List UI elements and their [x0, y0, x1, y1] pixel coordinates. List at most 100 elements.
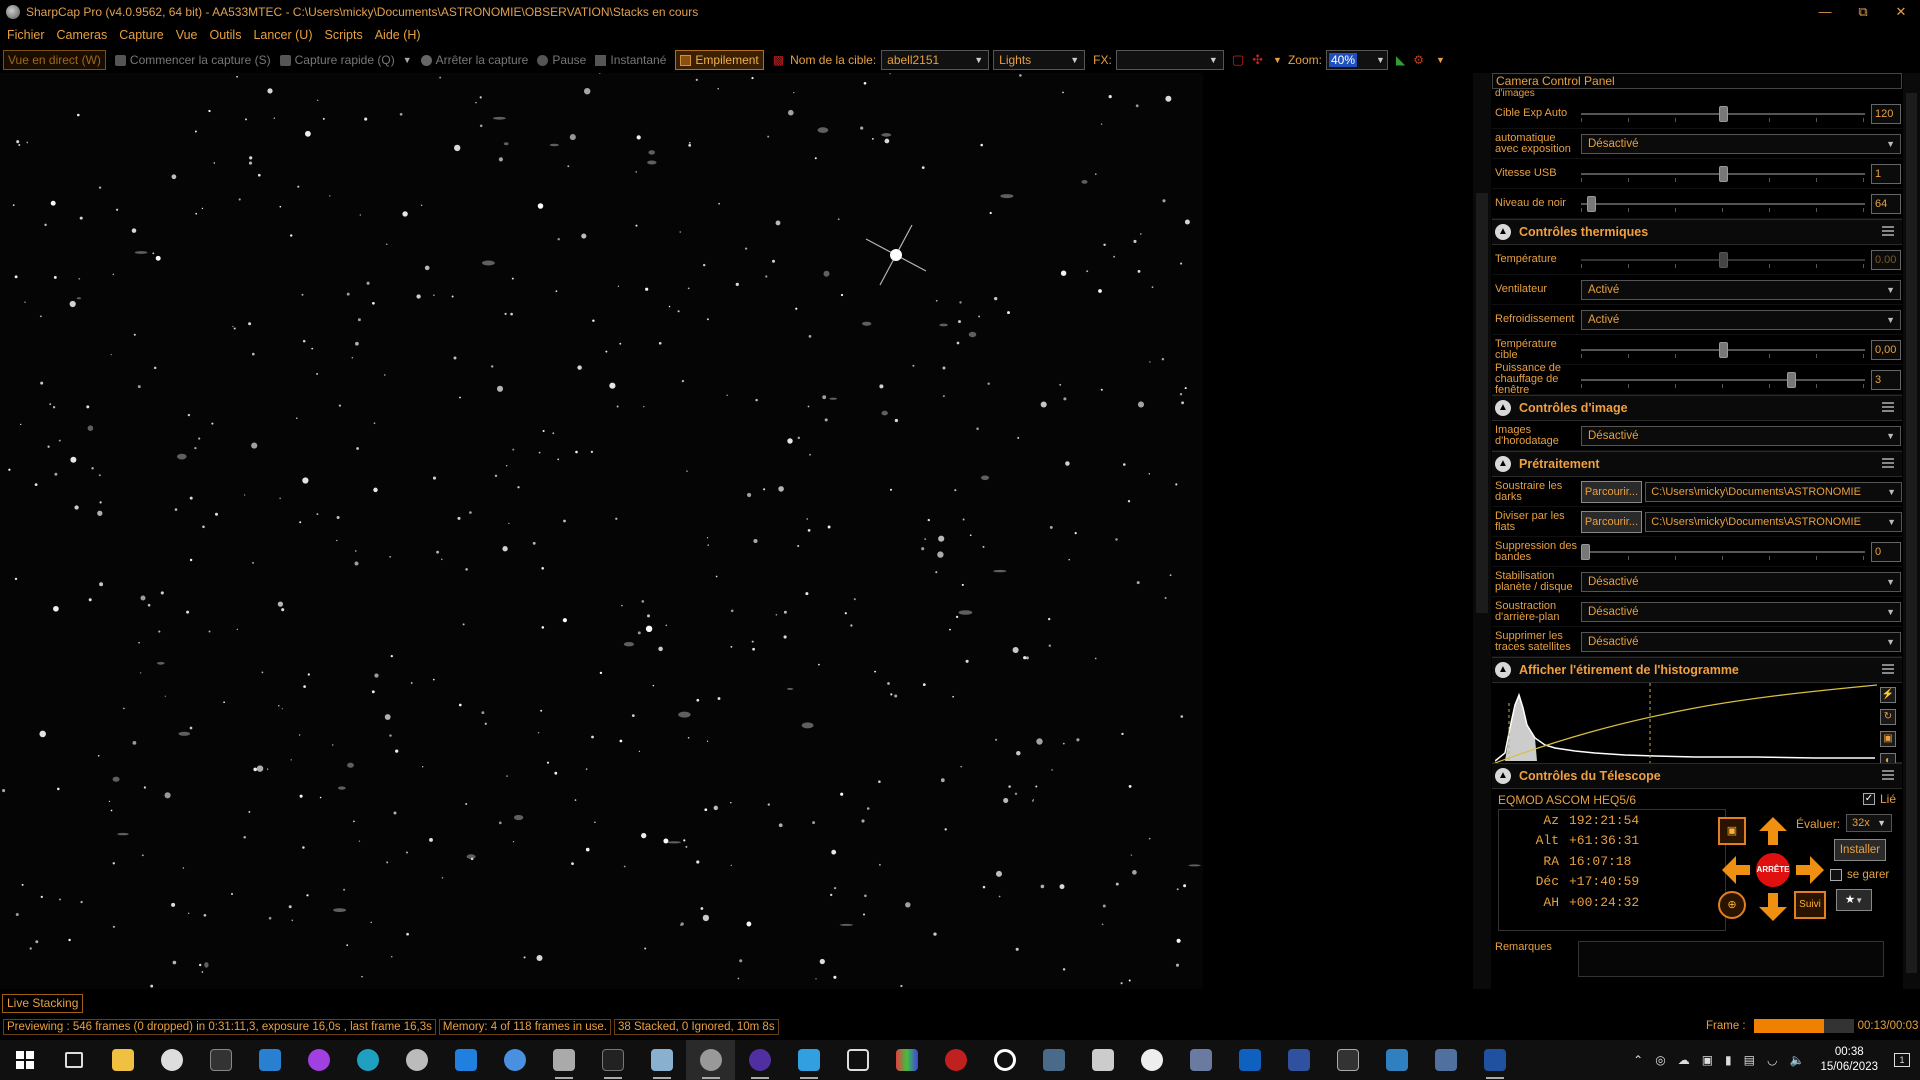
taskbar-mail[interactable]: [245, 1040, 294, 1080]
wifi-icon[interactable]: ◡: [1767, 1053, 1777, 1067]
crosshair-target-icon[interactable]: ⊕: [1718, 891, 1746, 919]
track-button[interactable]: Suivi: [1794, 891, 1826, 919]
taskbar-app-red[interactable]: [931, 1040, 980, 1080]
usb-speed-value[interactable]: 1: [1871, 163, 1901, 184]
banding-slider[interactable]: [1581, 542, 1865, 562]
minimize-icon[interactable]: —: [1806, 0, 1844, 24]
histogram-icon[interactable]: ◣: [1396, 53, 1405, 67]
panel-scrollbar[interactable]: [1903, 73, 1920, 989]
install-button[interactable]: Installer: [1834, 839, 1886, 861]
restore-icon[interactable]: ⧉: [1844, 0, 1882, 24]
collapse-icon[interactable]: ▲: [1495, 662, 1511, 678]
taskbar-app-wheel[interactable]: [1127, 1040, 1176, 1080]
taskbar-app-tool[interactable]: [1029, 1040, 1078, 1080]
stop-capture-button[interactable]: Arrêter la capture: [420, 50, 528, 70]
menu-scripts[interactable]: Scripts: [325, 28, 363, 42]
start-button[interactable]: [0, 1040, 49, 1080]
darks-path-select[interactable]: C:\Users\micky\Documents\ASTRONOMIE ▼: [1645, 481, 1902, 502]
satellite-select[interactable]: Désactivé ▼: [1581, 631, 1901, 652]
menu-outils[interactable]: Outils: [210, 28, 242, 42]
taskbar-app-nasa[interactable]: [1274, 1040, 1323, 1080]
taskbar-app-puzzle[interactable]: [1421, 1040, 1470, 1080]
selection-rect-icon[interactable]: ▢: [1232, 52, 1244, 68]
slider-knob[interactable]: [1787, 371, 1796, 388]
menu-lancer[interactable]: Lancer (U): [253, 28, 312, 42]
snapshot-button[interactable]: Instantané: [595, 50, 666, 70]
taskbar-app-n[interactable]: [196, 1040, 245, 1080]
menu-capture[interactable]: Capture: [119, 28, 163, 42]
favorites-button[interactable]: ★▼: [1836, 889, 1872, 911]
display-icon[interactable]: ▣: [1702, 1053, 1713, 1067]
thermal-section-header[interactable]: ▲ Contrôles thermiques: [1492, 219, 1902, 245]
taskbar-app-ts[interactable]: [1225, 1040, 1274, 1080]
menu-icon[interactable]: [1882, 664, 1894, 674]
slider-knob[interactable]: [1587, 195, 1596, 212]
menu-cameras[interactable]: Cameras: [57, 28, 108, 42]
battery-icon[interactable]: ▮: [1725, 1053, 1732, 1067]
exp-auto-target-value[interactable]: 120: [1871, 103, 1901, 124]
taskbar-app-planet[interactable]: [392, 1040, 441, 1080]
black-level-slider[interactable]: [1581, 194, 1865, 214]
target-temperature-value[interactable]: 0,00: [1871, 339, 1901, 360]
taskbar-settings[interactable]: [147, 1040, 196, 1080]
live-stacking-tab[interactable]: Live Stacking: [2, 994, 84, 1013]
task-view-button[interactable]: [49, 1040, 98, 1080]
banding-value[interactable]: 0: [1871, 541, 1901, 562]
telescope-section-header[interactable]: ▲ Contrôles du Télescope: [1492, 763, 1902, 789]
flats-browse-button[interactable]: Parcourir...: [1580, 510, 1643, 533]
stacking-button[interactable]: Empilement: [675, 50, 764, 70]
taskbar-edge[interactable]: [343, 1040, 392, 1080]
start-capture-button[interactable]: Commencer la capture (S): [114, 50, 271, 70]
histogram-stretch[interactable]: ⚡ ↻ ▣ ◐: [1492, 683, 1902, 769]
chevron-down-icon[interactable]: ▼: [403, 55, 412, 65]
rate-select[interactable]: 32x ▼: [1846, 814, 1892, 832]
network-icon[interactable]: ▤: [1744, 1053, 1755, 1067]
chevron-up-icon[interactable]: ⌃: [1633, 1053, 1643, 1067]
taskbar-app-dark[interactable]: [588, 1040, 637, 1080]
histogram-section-header[interactable]: ▲ Afficher l'étirement de l'histogramme: [1492, 657, 1902, 683]
close-icon[interactable]: ✕: [1882, 0, 1920, 24]
frame-type-select[interactable]: Lights ▼: [993, 50, 1086, 70]
taskbar-app-frame[interactable]: [833, 1040, 882, 1080]
webcam-icon[interactable]: ◎: [1655, 1053, 1665, 1067]
reset-icon[interactable]: ↻: [1880, 709, 1896, 725]
mount-name[interactable]: EQMOD ASCOM HEQ5/6: [1498, 793, 1636, 807]
target-temperature-slider[interactable]: [1581, 340, 1865, 360]
arrow-down-icon[interactable]: [1757, 891, 1789, 923]
taskbar-app-disk[interactable]: [1323, 1040, 1372, 1080]
taskbar-app-shield[interactable]: [539, 1040, 588, 1080]
collapse-icon[interactable]: ▲: [1495, 456, 1511, 472]
taskbar-app-graph[interactable]: [637, 1040, 686, 1080]
slider-knob[interactable]: [1581, 543, 1590, 560]
arrow-up-icon[interactable]: [1757, 815, 1789, 847]
arrow-left-icon[interactable]: [1720, 854, 1752, 886]
park-checkbox[interactable]: se garer: [1830, 869, 1889, 881]
black-level-value[interactable]: 64: [1871, 193, 1901, 214]
target-name-input[interactable]: abell2151 ▼: [881, 50, 990, 70]
crosshair-icon[interactable]: ✣: [1252, 52, 1263, 68]
taskbar-sharpcap[interactable]: [686, 1040, 735, 1080]
lightning-icon[interactable]: ⚡: [1880, 687, 1896, 703]
collapse-icon[interactable]: ▲: [1495, 768, 1511, 784]
notification-icon[interactable]: 1: [1894, 1053, 1910, 1067]
darks-browse-button[interactable]: Parcourir...: [1580, 480, 1643, 503]
chevron-down-icon[interactable]: ▼: [1273, 55, 1282, 65]
goto-icon[interactable]: ▣: [1718, 817, 1746, 845]
checkbox-checked-icon[interactable]: ✓: [1862, 793, 1875, 805]
menu-aide[interactable]: Aide (H): [375, 28, 421, 42]
scrollbar-thumb[interactable]: [1476, 193, 1488, 613]
taskbar-app-star[interactable]: [784, 1040, 833, 1080]
checkbox-unchecked-icon[interactable]: [1830, 869, 1842, 881]
volume-icon[interactable]: 🔈: [1789, 1053, 1804, 1067]
flats-path-select[interactable]: C:\Users\micky\Documents\ASTRONOMIE ▼: [1645, 511, 1902, 532]
image-section-header[interactable]: ▲ Contrôles d'image: [1492, 395, 1902, 421]
taskbar-app-grid[interactable]: [1470, 1040, 1519, 1080]
collapse-icon[interactable]: ▲: [1495, 400, 1511, 416]
preprocessing-section-header[interactable]: ▲ Prétraitement: [1492, 451, 1902, 477]
cooling-select[interactable]: Activé ▼: [1581, 309, 1901, 330]
linked-checkbox[interactable]: ✓ Lié: [1862, 792, 1896, 806]
taskbar-app-f[interactable]: [1078, 1040, 1127, 1080]
quick-capture-button[interactable]: Capture rapide (Q) ▼: [279, 50, 412, 70]
taskbar-app-color[interactable]: [882, 1040, 931, 1080]
taskbar-app-spiral[interactable]: [980, 1040, 1029, 1080]
